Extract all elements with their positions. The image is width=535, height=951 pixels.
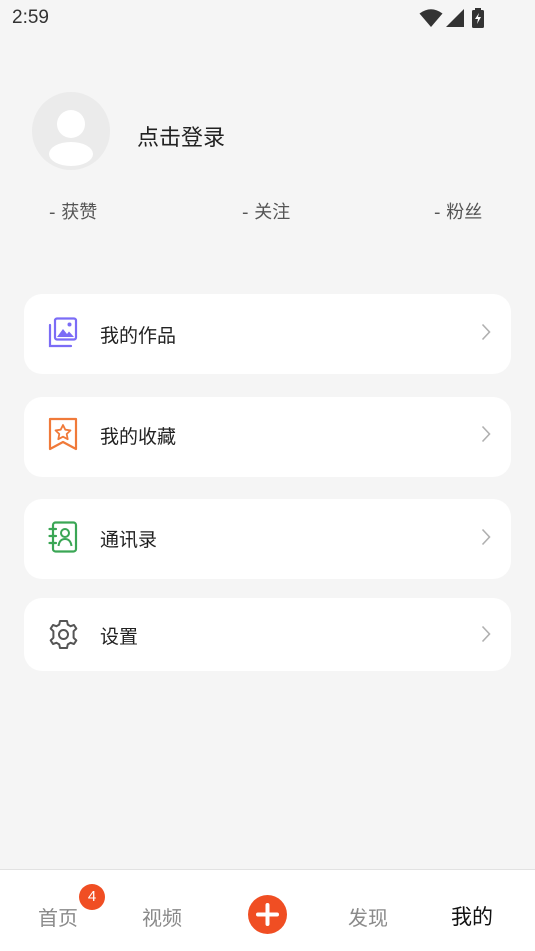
- chevron-right-icon: [481, 323, 491, 341]
- home-badge: 4: [79, 884, 105, 910]
- status-time: 2:59: [12, 7, 49, 28]
- menu-item-settings[interactable]: 设置: [24, 598, 511, 671]
- contacts-icon: [48, 521, 78, 553]
- menu-item-label: 设置: [100, 626, 139, 648]
- status-bar: 2:59: [0, 0, 535, 36]
- star-bookmark-icon: [48, 417, 78, 451]
- cell-signal-icon: [446, 9, 464, 27]
- menu-item-favorites[interactable]: 我的收藏: [24, 397, 511, 477]
- plus-icon: [256, 903, 279, 926]
- gear-icon: [49, 620, 78, 649]
- menu-item-label: 通讯录: [100, 529, 158, 551]
- menu-item-contacts[interactable]: 通讯录: [24, 499, 511, 579]
- chevron-right-icon: [481, 625, 491, 643]
- avatar[interactable]: [32, 92, 110, 170]
- menu-item-works[interactable]: 我的作品: [24, 294, 511, 374]
- tab-mine[interactable]: 我的: [451, 901, 493, 931]
- battery-charging-icon: [472, 8, 484, 28]
- bottom-tab-bar: 首页 4 视频 发现 我的: [0, 869, 535, 951]
- menu-item-label: 我的作品: [100, 325, 177, 347]
- login-link[interactable]: 点击登录: [137, 120, 225, 152]
- chevron-right-icon: [481, 528, 491, 546]
- tab-discover[interactable]: 发现: [348, 902, 388, 931]
- wifi-icon: [419, 9, 443, 27]
- add-button[interactable]: [248, 895, 287, 934]
- chevron-right-icon: [481, 425, 491, 443]
- profile-stats: - 获赞 - 关注 - 粉丝: [0, 198, 535, 226]
- tab-video[interactable]: 视频: [142, 902, 182, 931]
- likes-count[interactable]: - 获赞: [49, 198, 97, 224]
- profile-header[interactable]: 点击登录: [32, 92, 502, 172]
- default-avatar-icon: [49, 110, 93, 166]
- following-count[interactable]: - 关注: [242, 198, 290, 224]
- followers-count[interactable]: - 粉丝: [434, 198, 482, 224]
- gallery-icon: [48, 317, 78, 348]
- menu-item-label: 我的收藏: [100, 426, 177, 448]
- tab-home[interactable]: 首页: [38, 902, 78, 931]
- status-icons: [419, 8, 495, 28]
